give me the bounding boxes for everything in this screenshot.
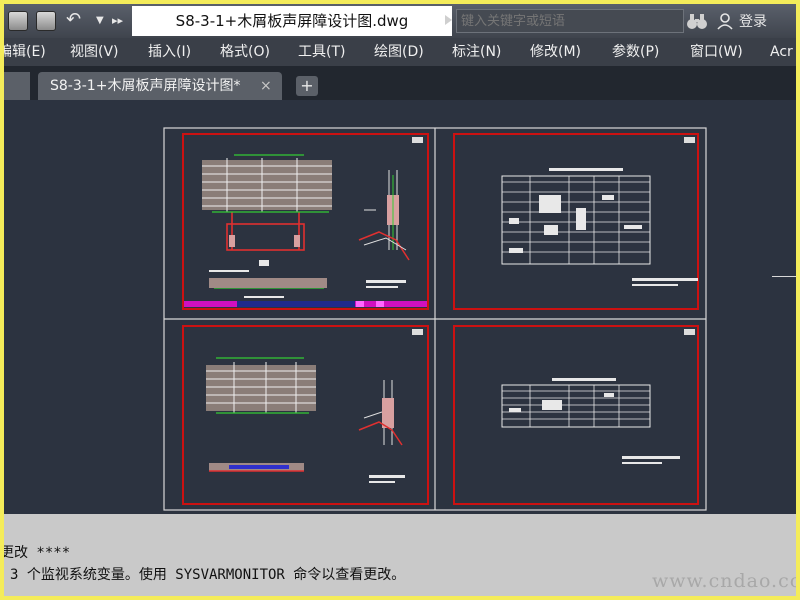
- user-icon: [717, 13, 733, 30]
- start-tab[interactable]: [4, 72, 30, 100]
- sheet-2-table: [501, 168, 698, 286]
- sheet-1-elevation: [184, 154, 427, 307]
- watermark-text: www.cndao.com: [652, 570, 796, 592]
- new-tab-button[interactable]: +: [296, 76, 318, 96]
- crosshair-cursor: [772, 276, 796, 277]
- menu-view[interactable]: 视图(V): [70, 38, 119, 66]
- menu-parameters[interactable]: 参数(P): [612, 38, 659, 66]
- drawing-viewport[interactable]: [4, 100, 796, 514]
- app-window: ↶ ▼ ▸▸ S8-3-1+木屑板声屏障设计图.dwg 登录 编辑: [4, 4, 796, 596]
- menu-format[interactable]: 格式(O): [220, 38, 270, 66]
- edit-doc-icon[interactable]: [8, 11, 28, 31]
- menu-draw[interactable]: 绘图(D): [374, 38, 424, 66]
- menu-modify[interactable]: 修改(M): [530, 38, 581, 66]
- more-commands-icon[interactable]: ▸▸: [112, 11, 123, 31]
- menu-edit[interactable]: 编辑(E): [4, 38, 46, 66]
- file-tab-label: S8-3-1+木屑板声屏障设计图*: [50, 78, 241, 94]
- sheet-4-table: [501, 378, 680, 464]
- document-title: S8-3-1+木屑板声屏障设计图.dwg: [175, 12, 409, 30]
- undo-icon[interactable]: ↶: [66, 10, 81, 30]
- login-label: 登录: [739, 14, 767, 30]
- binoculars-icon[interactable]: [686, 10, 708, 32]
- menu-dimension[interactable]: 标注(N): [452, 38, 501, 66]
- expand-arrow-icon[interactable]: [445, 15, 452, 25]
- menu-acrobat[interactable]: Acr: [770, 38, 793, 66]
- tab-close-icon[interactable]: ×: [260, 72, 272, 100]
- sheet-3-elevation: [206, 357, 405, 483]
- menu-insert[interactable]: 插入(I): [148, 38, 191, 66]
- document-title-box: S8-3-1+木屑板声屏障设计图.dwg: [132, 6, 452, 36]
- login-button[interactable]: 登录: [716, 10, 767, 32]
- file-tab-bar: S8-3-1+木屑板声屏障设计图* × +: [4, 66, 796, 100]
- menu-tools[interactable]: 工具(T): [298, 38, 345, 66]
- plot-icon[interactable]: [36, 11, 56, 31]
- command-history[interactable]: 更改 **** 3 个监视系统变量。使用 SYSVARMONITOR 命令以查看…: [4, 514, 796, 596]
- command-line-1: 更改 ****: [4, 545, 71, 561]
- search-input[interactable]: [456, 9, 684, 33]
- undo-dropdown-icon[interactable]: ▼: [96, 11, 104, 31]
- command-line-2: 3 个监视系统变量。使用 SYSVARMONITOR 命令以查看更改。: [10, 567, 406, 583]
- title-bar: ↶ ▼ ▸▸ S8-3-1+木屑板声屏障设计图.dwg 登录: [4, 4, 796, 38]
- drawing-canvas[interactable]: [4, 100, 796, 514]
- menu-bar: 编辑(E) 视图(V) 插入(I) 格式(O) 工具(T) 绘图(D) 标注(N…: [4, 38, 796, 66]
- file-tab-active[interactable]: S8-3-1+木屑板声屏障设计图* ×: [38, 72, 282, 100]
- menu-window[interactable]: 窗口(W): [690, 38, 743, 66]
